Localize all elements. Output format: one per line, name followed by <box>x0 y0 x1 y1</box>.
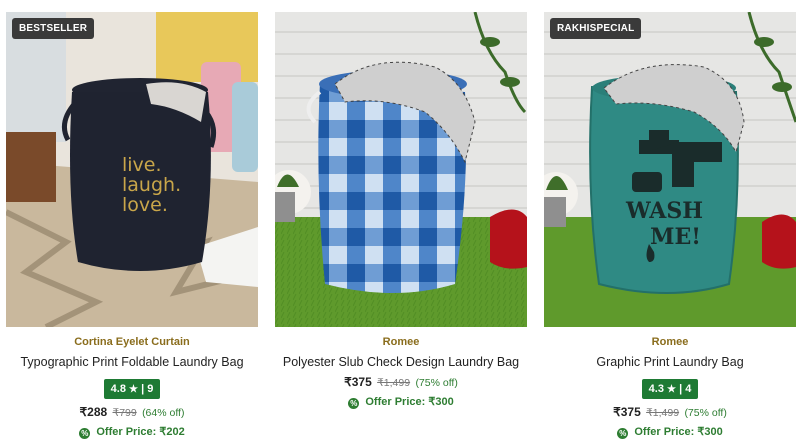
offer-label: Offer Price: <box>634 426 695 438</box>
star-icon: ★ <box>667 384 676 395</box>
price-row: ₹375 ₹1,499 (75% off) <box>275 375 527 389</box>
bag-print-line: ME! <box>650 224 701 250</box>
bag-print-line: WASH <box>626 198 704 224</box>
rating-separator: | <box>679 383 683 395</box>
offer-price-row: % Offer Price: ₹202 <box>6 425 258 439</box>
selling-price: ₹375 <box>344 375 372 389</box>
offer-label: Offer Price: <box>96 426 157 438</box>
product-image[interactable]: live. laugh. love. BESTSELLER <box>6 12 258 327</box>
rating-value: 4.8 <box>110 383 126 395</box>
mrp-price: ₹1,499 <box>646 407 680 419</box>
mrp-price: ₹799 <box>112 407 137 419</box>
product-image[interactable] <box>275 12 527 327</box>
product-title[interactable]: Polyester Slub Check Design Laundry Bag <box>275 355 527 371</box>
product-brand[interactable]: Romee <box>275 336 527 350</box>
product-grid: live. laugh. love. BESTSELLER Cortina Ey… <box>0 0 800 447</box>
discount-text: (64% off) <box>142 407 185 419</box>
offer-price: ₹300 <box>697 426 723 438</box>
product-brand[interactable]: Romee <box>544 336 796 350</box>
discount-text: (75% off) <box>415 377 458 389</box>
star-icon: ★ <box>129 384 138 395</box>
rakhi-special-badge: RAKHISPECIAL <box>550 18 642 39</box>
offer-price: ₹300 <box>428 396 454 408</box>
rating-badge: 4.3 ★ | 4 <box>641 379 699 399</box>
rating-badge: 4.8 ★ | 9 <box>103 379 161 399</box>
rating-value: 4.3 <box>648 383 664 395</box>
discount-text: (75% off) <box>684 407 727 419</box>
mrp-price: ₹1,499 <box>377 377 411 389</box>
product-card[interactable]: WASH ME! RAKHISPECIAL Romee Graphic Prin… <box>544 12 796 442</box>
product-brand[interactable]: Cortina Eyelet Curtain <box>6 336 258 350</box>
product-card[interactable]: live. laugh. love. BESTSELLER Cortina Ey… <box>6 12 258 442</box>
offer-price: ₹202 <box>159 426 185 438</box>
offer-tag-icon: % <box>617 428 629 439</box>
price-row: ₹375 ₹1,499 (75% off) <box>544 405 796 419</box>
offer-tag-icon: % <box>79 428 91 439</box>
offer-tag-icon: % <box>348 398 360 409</box>
bag-print-line: live. <box>122 154 162 176</box>
product-card[interactable]: Romee Polyester Slub Check Design Laundr… <box>275 12 527 442</box>
product-image[interactable]: WASH ME! RAKHISPECIAL <box>544 12 796 327</box>
product-title[interactable]: Graphic Print Laundry Bag <box>544 355 796 371</box>
offer-label: Offer Price: <box>365 396 426 408</box>
bag-print-line: love. <box>122 194 168 216</box>
bag-print-line: laugh. <box>122 174 182 196</box>
review-count: 4 <box>685 383 692 395</box>
rating-separator: | <box>141 383 145 395</box>
price-row: ₹288 ₹799 (64% off) <box>6 405 258 419</box>
selling-price: ₹288 <box>79 405 108 419</box>
offer-price-row: % Offer Price: ₹300 <box>544 425 796 439</box>
selling-price: ₹375 <box>613 405 641 419</box>
bestseller-badge: BESTSELLER <box>12 18 95 39</box>
review-count: 9 <box>147 383 154 395</box>
product-title[interactable]: Typographic Print Foldable Laundry Bag <box>6 355 258 371</box>
offer-price-row: % Offer Price: ₹300 <box>275 395 527 409</box>
